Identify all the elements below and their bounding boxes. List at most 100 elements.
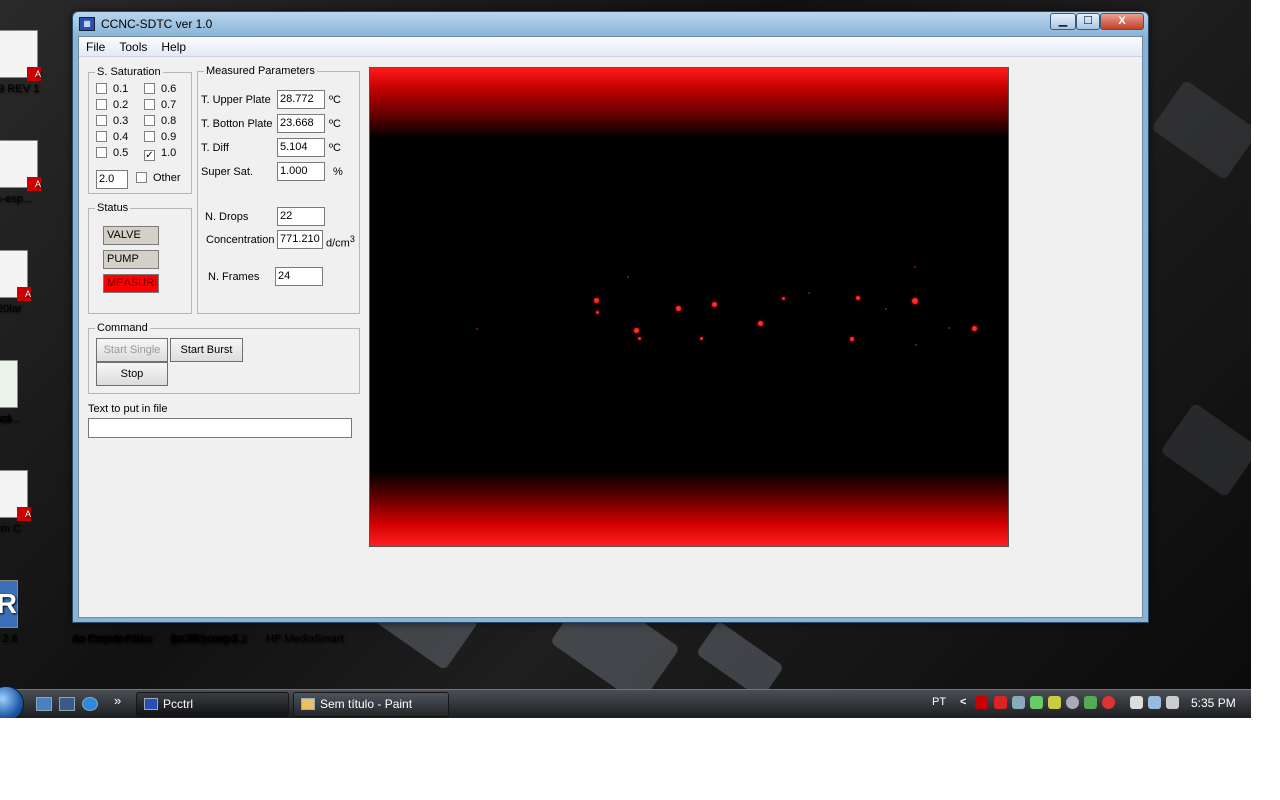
- temp-diff-value: 5.104: [277, 138, 325, 157]
- menu-help[interactable]: Help: [154, 37, 193, 57]
- antivirus-icon[interactable]: [1102, 696, 1115, 709]
- desktop-icon-pdf[interactable]: A guagem C: [0, 470, 56, 535]
- show-hidden-icons-arrow[interactable]: <: [960, 696, 966, 708]
- title-bar[interactable]: ▦ CCNC-SDTC ver 1.0 ▁ ☐ X: [73, 12, 1148, 36]
- saturation-checkbox-0.8[interactable]: 0.8: [144, 115, 176, 127]
- saturation-checkbox-0.4[interactable]: 0.4: [96, 131, 128, 143]
- jabref-app-icon: R: [0, 580, 18, 628]
- stop-button[interactable]: Stop: [96, 362, 168, 386]
- droplet: [594, 298, 599, 303]
- quick-launch-more-icon[interactable]: »: [114, 693, 121, 708]
- other-checkbox[interactable]: Other: [136, 172, 181, 184]
- desktop-icon-label: sso%20lar: [0, 303, 22, 315]
- temp-diff-label: T. Diff: [201, 142, 229, 154]
- ati-icon[interactable]: [975, 696, 988, 709]
- checkbox-box: [96, 131, 107, 142]
- saturation-checkbox-0.1[interactable]: 0.1: [96, 83, 128, 95]
- desktop-icon-excel[interactable]: X ista final CNC_co...: [0, 360, 46, 425]
- pcctrl-app-icon: [144, 698, 158, 710]
- checkbox-label: Other: [153, 172, 181, 184]
- saturation-checkbox-0.6[interactable]: 0.6: [144, 83, 176, 95]
- degree-unit: ºC: [329, 94, 341, 106]
- saturation-checkbox-0.9[interactable]: 0.9: [144, 131, 176, 143]
- taskbar-item-paint[interactable]: Sem título - Paint: [293, 692, 449, 717]
- droplet: [948, 327, 950, 329]
- pdf-file-icon: A: [0, 140, 41, 191]
- droplet: [912, 298, 918, 304]
- droplet: [700, 337, 703, 340]
- desktop-icon-jabref[interactable]: R abRef 2.6: [0, 580, 46, 645]
- desktop-icon-pdf[interactable]: A 730-09 REV 1: [0, 30, 66, 95]
- start-burst-button[interactable]: Start Burst: [170, 338, 243, 362]
- start-button[interactable]: [0, 686, 24, 718]
- taskbar-item-label: Sem título - Paint: [320, 697, 413, 711]
- checkbox-box: [96, 83, 107, 94]
- percent-unit: %: [333, 166, 343, 178]
- upper-plate-value: 28.772: [277, 90, 325, 109]
- acrobat-icon[interactable]: [994, 696, 1007, 709]
- measuring-status-indicator: MEASURI: [103, 274, 159, 293]
- saturation-checkbox-0.3[interactable]: 0.3: [96, 115, 128, 127]
- internet-explorer-icon[interactable]: [82, 697, 98, 711]
- text-file-input[interactable]: [88, 418, 352, 438]
- bottom-plate-label: T. Botton Plate: [201, 118, 273, 130]
- menu-tools[interactable]: Tools: [112, 37, 154, 57]
- close-button[interactable]: X: [1100, 13, 1144, 30]
- wallpaper-shape: [1160, 402, 1251, 498]
- minimize-button[interactable]: ▁: [1050, 13, 1076, 30]
- droplet: [782, 297, 785, 300]
- wireless-icon[interactable]: [1066, 696, 1079, 709]
- language-indicator[interactable]: PT: [932, 696, 946, 708]
- drops-value: 22: [277, 207, 325, 226]
- other-saturation-input[interactable]: 2.0: [96, 170, 128, 189]
- droplet: [758, 321, 763, 326]
- taskbar: » Pcctrl Sem título - Paint PT < 5:35 PM: [0, 686, 1251, 718]
- saturation-checkbox-0.7[interactable]: 0.7: [144, 99, 176, 111]
- droplet: [885, 308, 887, 310]
- desktop-icon-pdf[interactable]: A ro-dos-esp...: [0, 140, 66, 205]
- status-group-title: Status: [97, 202, 129, 214]
- checkbox-box: [144, 83, 155, 94]
- droplet: [914, 266, 916, 268]
- desktop-icon-label: (pt-BR) Install...: [170, 633, 247, 645]
- droplet: [712, 302, 717, 307]
- menu-file[interactable]: File: [79, 37, 112, 57]
- droplet: [915, 344, 917, 346]
- maximize-button[interactable]: ☐: [1076, 13, 1100, 30]
- saturation-checkbox-0.2[interactable]: 0.2: [96, 99, 128, 111]
- shield-icon[interactable]: [1030, 696, 1043, 709]
- desktop-icon-pdf[interactable]: A sso%20lar: [0, 250, 56, 315]
- degree-unit: ºC: [329, 142, 341, 154]
- droplet: [627, 276, 629, 278]
- show-desktop-icon[interactable]: [36, 697, 52, 711]
- saturation-group-title: S. Saturation: [97, 66, 161, 78]
- clock[interactable]: 5:35 PM: [1191, 696, 1236, 710]
- checkbox-label: 0.3: [113, 115, 129, 127]
- device-icon[interactable]: [1130, 696, 1143, 709]
- saturation-checkbox-1.0[interactable]: ✓ 1.0: [144, 147, 176, 161]
- power-icon[interactable]: [1084, 696, 1097, 709]
- paint-app-icon: [301, 698, 315, 710]
- network-icon[interactable]: [1148, 696, 1161, 709]
- measured-parameters-title: Measured Parameters: [206, 65, 315, 77]
- checkbox-label: 0.5: [113, 147, 129, 159]
- network-users-icon[interactable]: [1012, 696, 1025, 709]
- app-window: ▦ CCNC-SDTC ver 1.0 ▁ ☐ X File Tools Help …: [72, 11, 1149, 623]
- drops-label: N. Drops: [205, 211, 249, 223]
- upper-plate-label: T. Upper Plate: [201, 94, 271, 106]
- volume-icon[interactable]: [1166, 696, 1179, 709]
- taskbar-item-pcctrl[interactable]: Pcctrl: [136, 692, 289, 717]
- smiley-icon[interactable]: [1048, 696, 1061, 709]
- checkbox-box: [96, 115, 107, 126]
- checkbox-box: [144, 99, 155, 110]
- checkbox-label: 1.0: [161, 147, 177, 159]
- start-single-button[interactable]: Start Single: [96, 338, 168, 362]
- switch-windows-icon[interactable]: [59, 697, 75, 711]
- menu-bar: File Tools Help: [79, 37, 1142, 57]
- degree-unit: ºC: [329, 118, 341, 130]
- checkbox-box: [96, 99, 107, 110]
- saturation-checkbox-0.5[interactable]: 0.5: [96, 147, 128, 159]
- concentration-unit: d/cm3: [326, 234, 355, 250]
- checkbox-box: [144, 131, 155, 142]
- camera-image-view: [369, 67, 1009, 547]
